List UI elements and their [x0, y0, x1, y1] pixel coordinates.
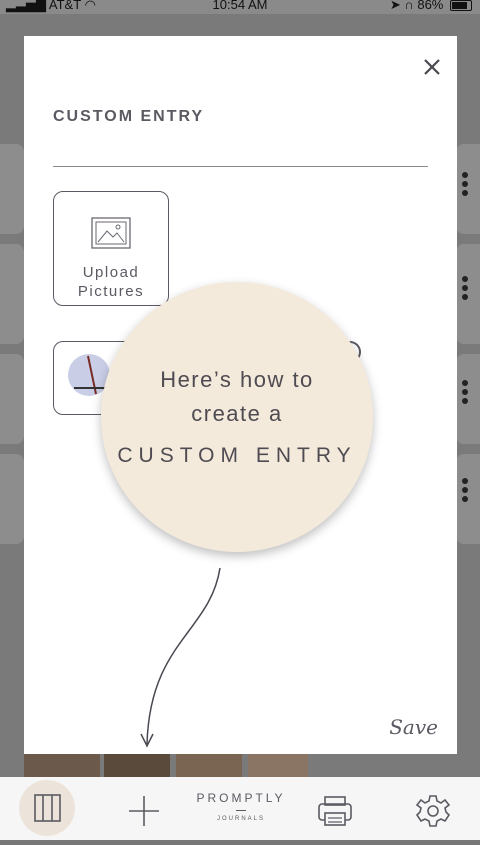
headphones-icon: ∩ [404, 0, 414, 12]
gear-icon [415, 795, 451, 827]
coachmark-arrow [140, 567, 221, 748]
background-card [456, 354, 480, 444]
more-icon [462, 172, 468, 199]
battery-percent: 86% [417, 0, 444, 12]
background-card [456, 144, 480, 234]
tab-settings[interactable] [410, 777, 456, 840]
background-card [456, 244, 480, 344]
brand-subtitle: JOURNALS [216, 816, 265, 822]
background-photo [248, 754, 308, 778]
background-card [0, 454, 24, 544]
upload-label-line2: Pictures [77, 283, 145, 300]
columns-icon [34, 794, 61, 822]
brand-divider [236, 810, 246, 811]
modal-title: CUSTOM ENTRY [53, 108, 205, 125]
picture-icon [91, 217, 131, 249]
coachmark-line3: CUSTOM ENTRY [117, 444, 357, 467]
print-icon [318, 796, 352, 826]
background-card [456, 454, 480, 544]
background-card [0, 244, 24, 344]
background-photo [24, 754, 100, 778]
upload-pictures-button[interactable]: Upload Pictures [53, 191, 169, 306]
coachmark-line1: Here’s how to [160, 367, 314, 392]
more-icon [462, 276, 468, 303]
location-icon: ➤ [389, 0, 401, 12]
coachmark-line2: create a [191, 401, 283, 426]
close-icon[interactable] [421, 56, 443, 78]
status-right: ➤ ∩ 86% [389, 0, 472, 12]
upload-label-line1: Upload [82, 264, 140, 281]
more-icon [462, 478, 468, 505]
battery-icon [450, 0, 472, 12]
tab-print[interactable] [312, 777, 358, 840]
brand-logo: PROMPTLY JOURNALS [196, 791, 286, 822]
tab-add[interactable] [122, 777, 166, 840]
divider [53, 166, 428, 167]
coachmark-bubble: Here’s how to create a CUSTOM ENTRY [101, 282, 373, 552]
tab-entries[interactable] [19, 780, 75, 836]
background-photo [176, 754, 242, 778]
bottom-tab-bar: PROMPTLY JOURNALS [0, 777, 480, 840]
upload-pictures-label: Upload Pictures [54, 263, 168, 301]
brand-name: PROMPTLY [196, 791, 286, 805]
more-icon [462, 380, 468, 407]
status-bar: ▂▃▅▇ AT&T ◠ 10:54 AM ➤ ∩ 86% [0, 0, 480, 14]
background-card [0, 144, 24, 234]
save-button[interactable]: Save [389, 715, 438, 739]
plus-icon [129, 796, 159, 826]
background-card [0, 354, 24, 444]
background-photo [104, 754, 170, 778]
